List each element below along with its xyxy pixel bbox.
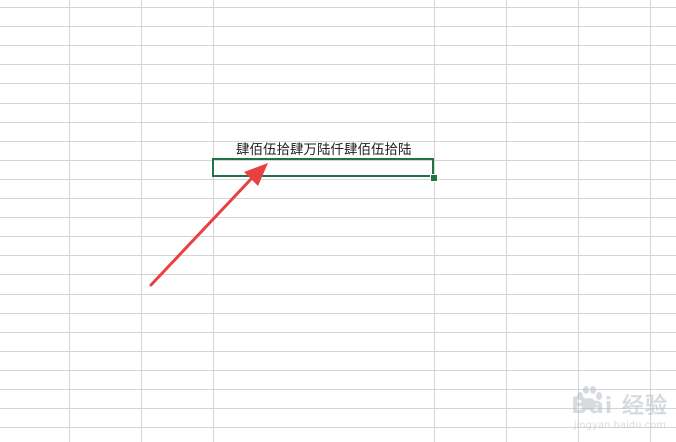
baidu-jingyan-watermark: Bai 经验 jingyan.baidu.com [528, 378, 668, 438]
watermark-url: jingyan.baidu.com [573, 420, 666, 431]
annotation-arrow [149, 163, 268, 287]
spreadsheet-grid[interactable]: 肆佰伍拾肆万陆仟肆佰伍拾陆 Bai 经验 jingyan.baidu.com [0, 0, 676, 442]
watermark-brand: Bai 经验 [571, 394, 668, 419]
arrow-shaft [149, 176, 254, 287]
